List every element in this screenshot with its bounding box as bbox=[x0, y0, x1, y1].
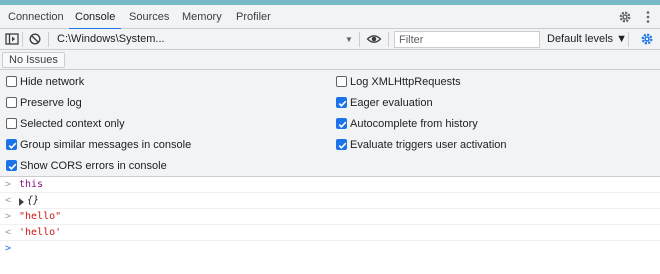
console-output-row: < 'hello' bbox=[0, 225, 660, 241]
console-output-text[interactable]: 'hello' bbox=[19, 227, 61, 238]
sidebar-toggle-icon[interactable] bbox=[4, 32, 20, 46]
input-chevron-icon: > bbox=[5, 211, 12, 222]
checkbox-checked[interactable] bbox=[336, 97, 347, 108]
checkbox[interactable] bbox=[6, 118, 17, 129]
console-input-text[interactable]: this bbox=[19, 179, 43, 190]
toolbar-divider bbox=[388, 32, 389, 47]
console-toolbar: C:\Windows\System... ▼ Default levels ▼ bbox=[0, 29, 660, 50]
log-levels-dropdown[interactable]: Default levels ▼ bbox=[547, 33, 627, 45]
tab-sources[interactable]: Sources bbox=[129, 5, 169, 29]
kebab-menu-icon[interactable] bbox=[640, 10, 656, 24]
setting-label: Log XMLHttpRequests bbox=[350, 76, 461, 88]
expand-triangle-icon[interactable] bbox=[19, 198, 24, 206]
console-input-text[interactable]: "hello" bbox=[19, 211, 61, 222]
console-settings-gear-icon[interactable] bbox=[639, 32, 655, 46]
checkbox-checked[interactable] bbox=[336, 118, 347, 129]
setting-label: Autocomplete from history bbox=[350, 118, 478, 130]
checkbox[interactable] bbox=[6, 97, 17, 108]
setting-label: Eager evaluation bbox=[350, 97, 433, 109]
tab-profiler[interactable]: Profiler bbox=[236, 5, 271, 29]
setting-label: Selected context only bbox=[20, 118, 125, 130]
console-output-row: < {} bbox=[0, 193, 660, 209]
chevron-down-icon[interactable]: ▼ bbox=[345, 35, 353, 44]
toolbar-divider bbox=[628, 32, 629, 47]
console-input-row: > "hello" bbox=[0, 209, 660, 225]
tab-memory[interactable]: Memory bbox=[182, 5, 222, 29]
issues-button[interactable]: No Issues bbox=[2, 52, 65, 68]
checkbox[interactable] bbox=[6, 76, 17, 87]
setting-label: Hide network bbox=[20, 76, 85, 88]
gear-icon[interactable] bbox=[617, 10, 633, 24]
prompt-chevron-icon: > bbox=[5, 243, 12, 254]
input-chevron-icon: > bbox=[5, 179, 12, 190]
clear-console-icon[interactable] bbox=[27, 32, 43, 46]
tab-connection[interactable]: Connection bbox=[8, 5, 64, 29]
execution-context-select[interactable]: C:\Windows\System... bbox=[57, 33, 165, 45]
setting-label: Group similar messages in console bbox=[20, 139, 192, 151]
toolbar-divider bbox=[48, 32, 49, 47]
devtools-tab-bar: Connection Console Sources Memory Profil… bbox=[0, 5, 660, 30]
checkbox-checked[interactable] bbox=[6, 139, 17, 150]
checkbox[interactable] bbox=[336, 76, 347, 87]
setting-label: Evaluate triggers user activation bbox=[350, 139, 507, 151]
toolbar-divider bbox=[359, 32, 360, 47]
console-prompt-row[interactable]: > bbox=[0, 241, 660, 274]
setting-label: Show CORS errors in console bbox=[20, 160, 167, 172]
output-chevron-icon: < bbox=[5, 195, 12, 206]
filter-input[interactable] bbox=[394, 31, 540, 48]
checkbox-checked[interactable] bbox=[336, 139, 347, 150]
checkbox-checked[interactable] bbox=[6, 160, 17, 171]
console-settings-panel: Hide network Preserve log Selected conte… bbox=[0, 70, 660, 177]
eye-icon[interactable] bbox=[366, 32, 382, 46]
setting-label: Preserve log bbox=[20, 97, 82, 109]
issues-bar: No Issues bbox=[0, 50, 660, 70]
console-output[interactable]: > this < {} > "hello" < 'hello' > bbox=[0, 177, 660, 274]
console-input-row: > this bbox=[0, 177, 660, 193]
toolbar-divider bbox=[22, 32, 23, 47]
console-output-object[interactable]: {} bbox=[27, 195, 39, 206]
output-chevron-icon: < bbox=[5, 227, 12, 238]
tab-console[interactable]: Console bbox=[68, 5, 122, 30]
